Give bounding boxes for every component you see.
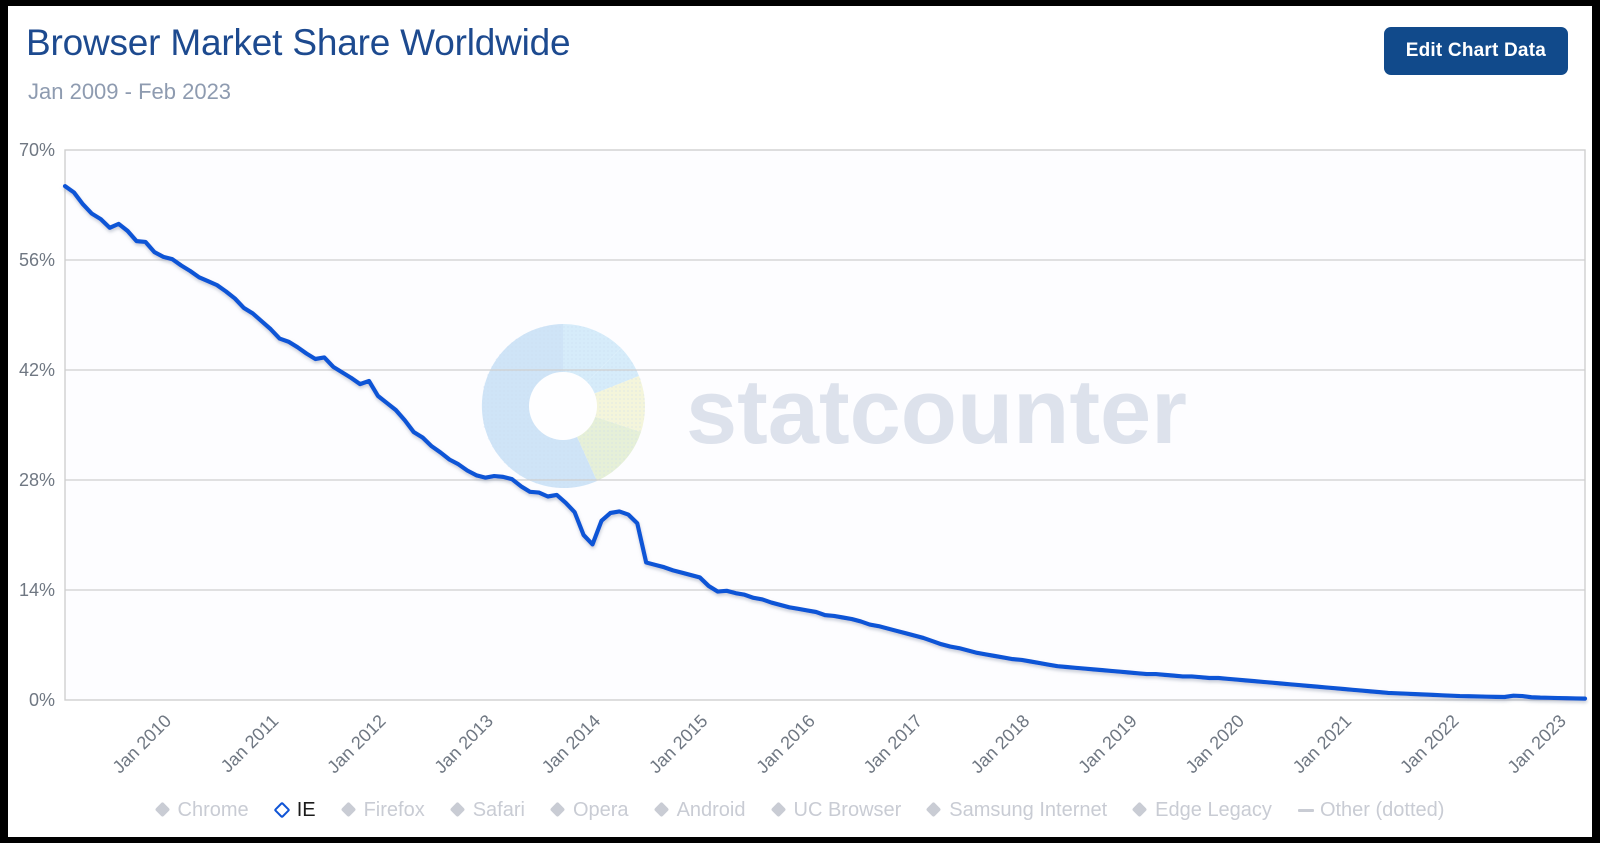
diamond-marker-icon [340,801,357,818]
page-title: Browser Market Share Worldwide [26,22,571,63]
y-axis-tick-label: 0% [29,690,55,710]
chart-legend: Chrome IE Firefox Safari Opera Android UC Brow… [8,788,1592,832]
legend-item-uc-browser[interactable]: UC Browser [759,799,915,822]
legend-item-label: Firefox [363,798,425,821]
x-axis-tick-label: Jan 2015 [645,711,712,778]
x-axis-tick-label: Jan 2018 [967,711,1034,778]
diamond-marker-icon [1131,801,1148,818]
legend-item-firefox[interactable]: Firefox [329,799,438,822]
legend-item-label: Android [676,798,746,821]
legend-item-samsung-internet[interactable]: Samsung Internet [914,799,1120,822]
x-axis-tick-label: Jan 2022 [1396,711,1463,778]
screenshot-root: Browser Market Share Worldwide Jan 2009 … [0,0,1600,843]
x-axis-tick-label: Jan 2014 [538,711,605,778]
x-axis-tick-label: Jan 2020 [1182,711,1249,778]
x-axis-tick-label: Jan 2016 [752,711,819,778]
x-axis-tick-label: Jan 2011 [217,711,283,777]
y-axis-tick-label: 42% [19,360,55,380]
watermark-text: statcounter [686,361,1187,463]
legend-item-label: Safari [472,798,525,821]
diamond-marker-icon [926,801,942,818]
diamond-marker-icon [770,801,787,818]
legend-item-ie[interactable]: IE [262,799,329,822]
x-axis: Jan 2010 Jan 2011 Jan 2012 Jan 2013 Jan 2014… [109,711,1570,778]
diamond-marker-icon [273,801,291,818]
x-axis-tick-label: Jan 2012 [323,711,390,778]
legend-item-opera[interactable]: Opera [538,799,642,822]
x-axis-tick-label: Jan 2021 [1289,711,1356,778]
y-axis-tick-label: 28% [19,470,55,490]
y-axis-tick-label: 70% [19,140,55,160]
legend-item-label: IE [296,798,316,821]
legend-item-label: Samsung Internet [949,798,1108,821]
chart-page: Browser Market Share Worldwide Jan 2009 … [8,6,1592,837]
line-chart[interactable]: statcounter 0%14%28%42%56%70% Jan 2010 Ja… [8,138,1592,778]
diamond-marker-icon [653,801,670,818]
x-axis-tick-label: Jan 2019 [1074,711,1141,778]
legend-item-android[interactable]: Android [642,799,759,822]
y-axis-tick-label: 14% [19,580,55,600]
legend-item-label: Opera [572,798,629,821]
edit-chart-data-button[interactable]: Edit Chart Data [1383,27,1568,75]
x-axis-tick-label: Jan 2023 [1503,711,1570,778]
legend-item-label: Other (dotted) [1319,798,1445,821]
chart-plot-container: statcounter 0% 14% 28% 42% 56% 70% Jan 2010 Ja… [8,138,1592,778]
y-axis-tick-label: 56% [19,250,55,270]
legend-item-chrome[interactable]: Chrome [143,799,262,822]
diamond-marker-icon [549,801,566,818]
x-axis-tick-label: Jan 2010 [109,711,176,778]
diamond-marker-icon [449,801,466,818]
legend-item-label: Chrome [177,798,249,821]
legend-item-other-dotted[interactable]: Other (dotted) [1285,799,1458,822]
legend-item-safari[interactable]: Safari [438,799,538,822]
dash-marker-icon [1297,803,1314,818]
legend-item-label: Edge Legacy [1155,798,1272,821]
chart-header: Browser Market Share Worldwide Jan 2009 … [8,6,1592,138]
diamond-marker-icon [154,801,171,818]
x-axis-tick-label: Jan 2017 [860,711,927,778]
date-range-subtitle: Jan 2009 - Feb 2023 [28,79,232,104]
x-axis-tick-label: Jan 2013 [430,711,497,778]
legend-item-edge-legacy[interactable]: Edge Legacy [1120,799,1285,822]
legend-item-label: UC Browser [793,798,902,821]
